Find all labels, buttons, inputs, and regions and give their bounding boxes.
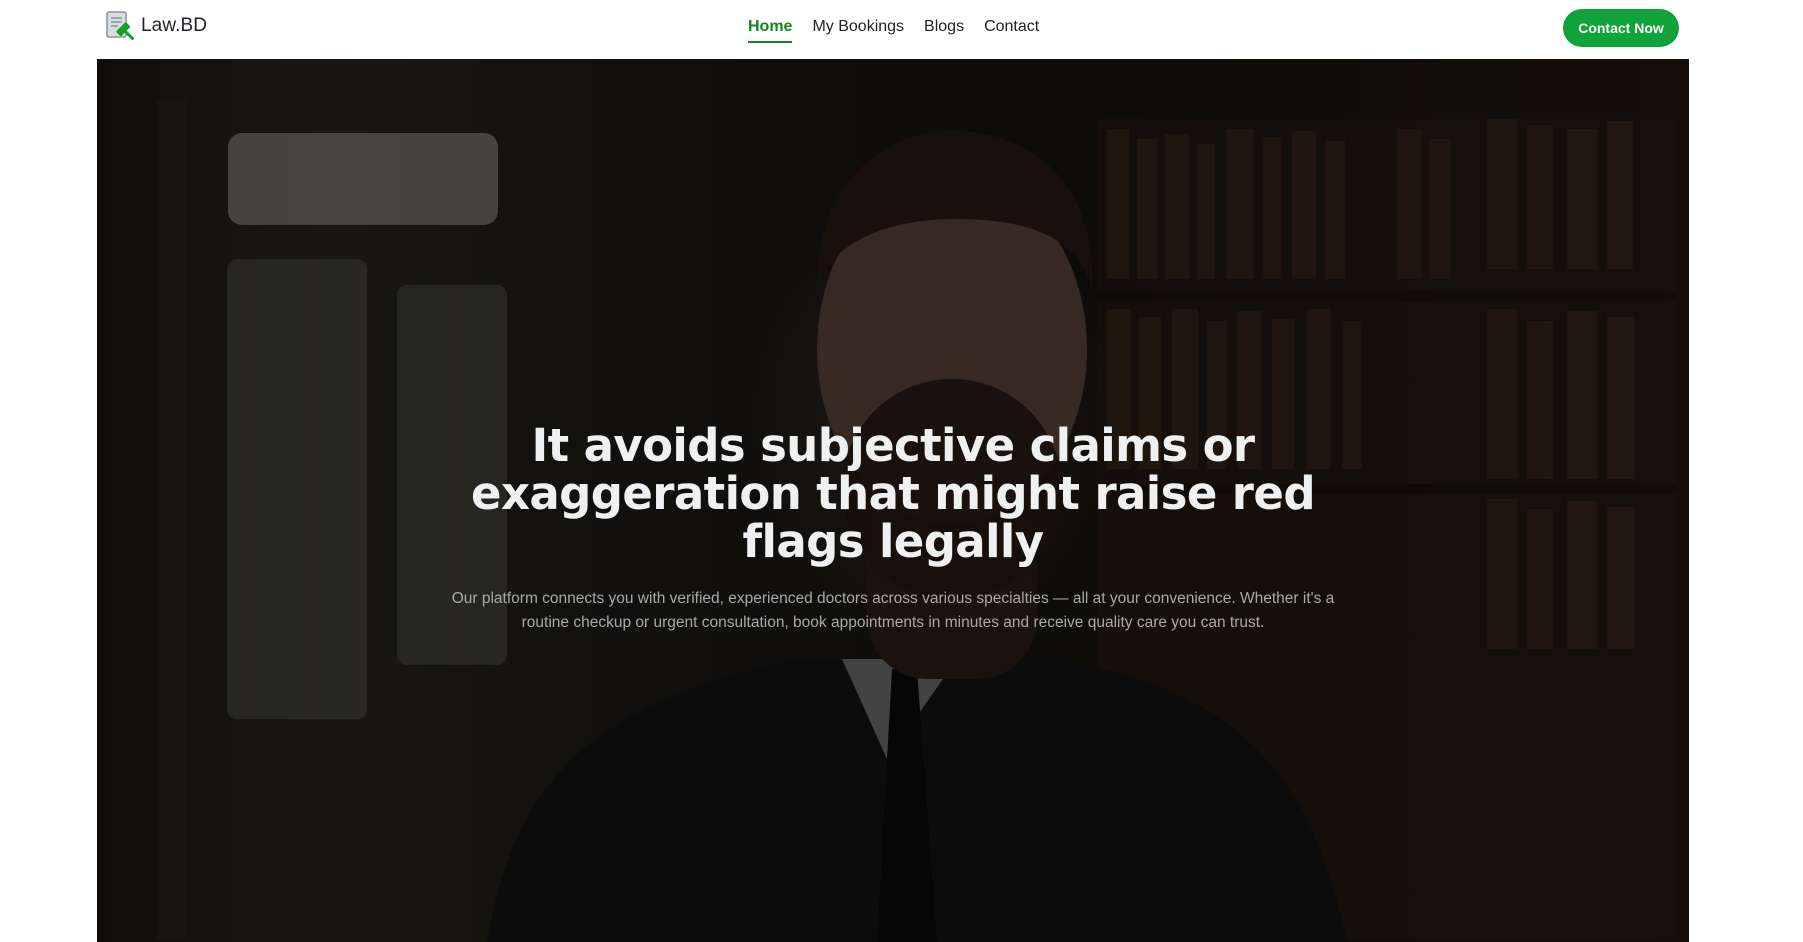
page: Law.BD Home My Bookings Blogs Contact Co… — [97, 0, 1689, 942]
nav-contact[interactable]: Contact — [984, 16, 1039, 41]
nav-blogs[interactable]: Blogs — [924, 16, 964, 41]
nav-home[interactable]: Home — [748, 16, 793, 43]
nav-my-bookings[interactable]: My Bookings — [812, 16, 904, 41]
contact-now-button[interactable]: Contact Now — [1563, 9, 1679, 47]
brand-logo[interactable]: Law.BD — [105, 9, 207, 43]
law-document-gavel-icon — [106, 11, 135, 41]
hero-section: It avoids subjective claims or exaggerat… — [97, 59, 1689, 942]
hero-subtitle: Our platform connects you with verified,… — [451, 590, 1335, 631]
main-nav: Home My Bookings Blogs Contact — [748, 16, 1039, 43]
brand-name: Law.BD — [141, 15, 208, 36]
hero-title: It avoids subjective claims or exaggerat… — [471, 419, 1315, 568]
navbar: Law.BD Home My Bookings Blogs Contact Co… — [97, 0, 1689, 59]
